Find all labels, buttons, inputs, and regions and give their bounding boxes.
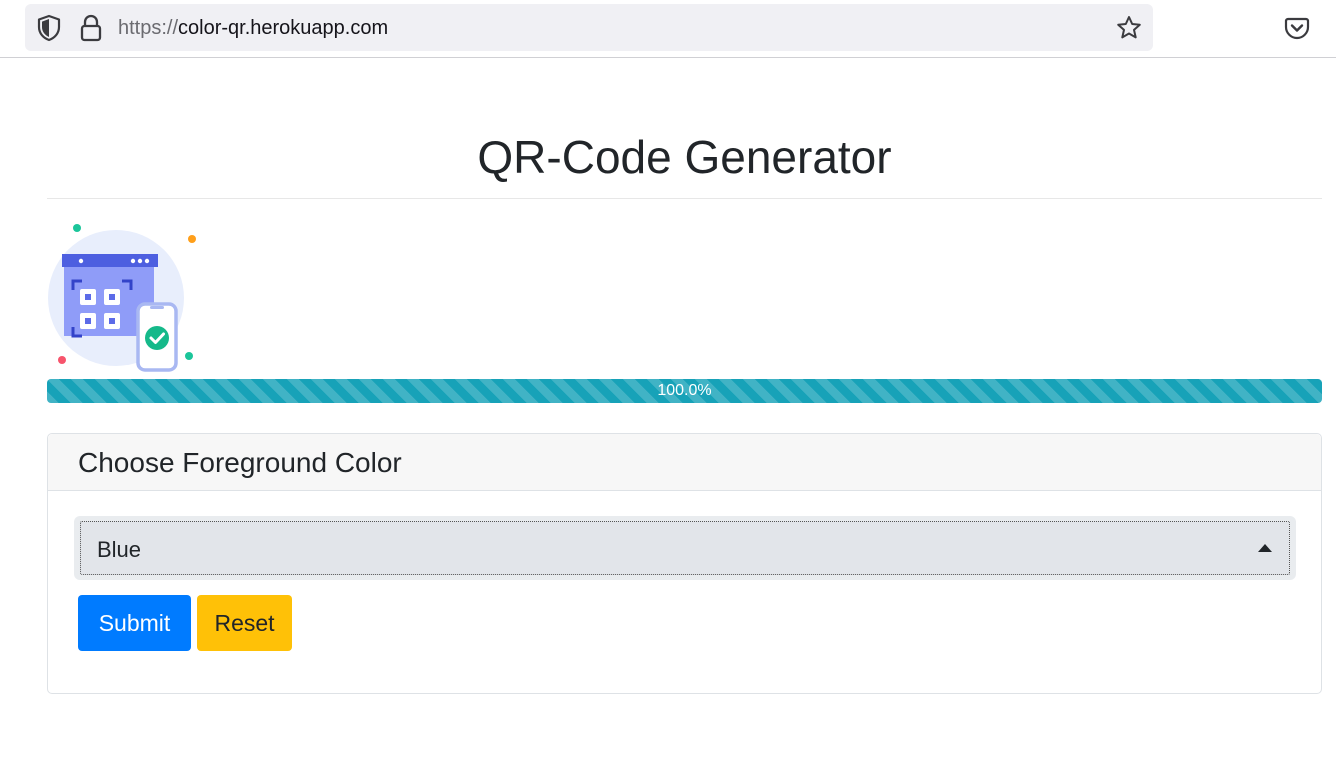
caret-up-icon [1258,544,1272,552]
page-title: QR-Code Generator [477,131,892,183]
foreground-color-select[interactable]: Blue [80,521,1290,575]
browser-toolbar: https://color-qr.herokuapp.com [0,0,1336,58]
color-card: Choose Foreground Color Blue Submit Rese… [47,433,1322,694]
reset-button[interactable]: Reset [197,595,292,651]
url-host: color-qr.herokuapp.com [178,17,389,39]
progress-label: 100.0% [657,382,712,399]
submit-button[interactable]: Submit [78,595,191,651]
bookmark-star-icon[interactable] [1115,14,1143,42]
shield-icon[interactable] [36,14,62,42]
pocket-icon[interactable] [1284,15,1310,41]
progress-fill: 100.0% [47,379,1322,403]
foreground-color-select-wrapper: Blue [74,516,1296,580]
url-text[interactable]: https://color-qr.herokuapp.com [118,16,388,40]
lock-icon[interactable] [78,13,104,43]
card-title: Choose Foreground Color [78,447,402,478]
select-value: Blue [97,537,142,562]
qr-scan-phone-illustration [48,224,196,372]
progress-bar: 100.0% [47,379,1322,403]
card-header: Choose Foreground Color [48,434,1321,491]
url-scheme: https:// [118,17,179,39]
title-divider [47,198,1322,199]
